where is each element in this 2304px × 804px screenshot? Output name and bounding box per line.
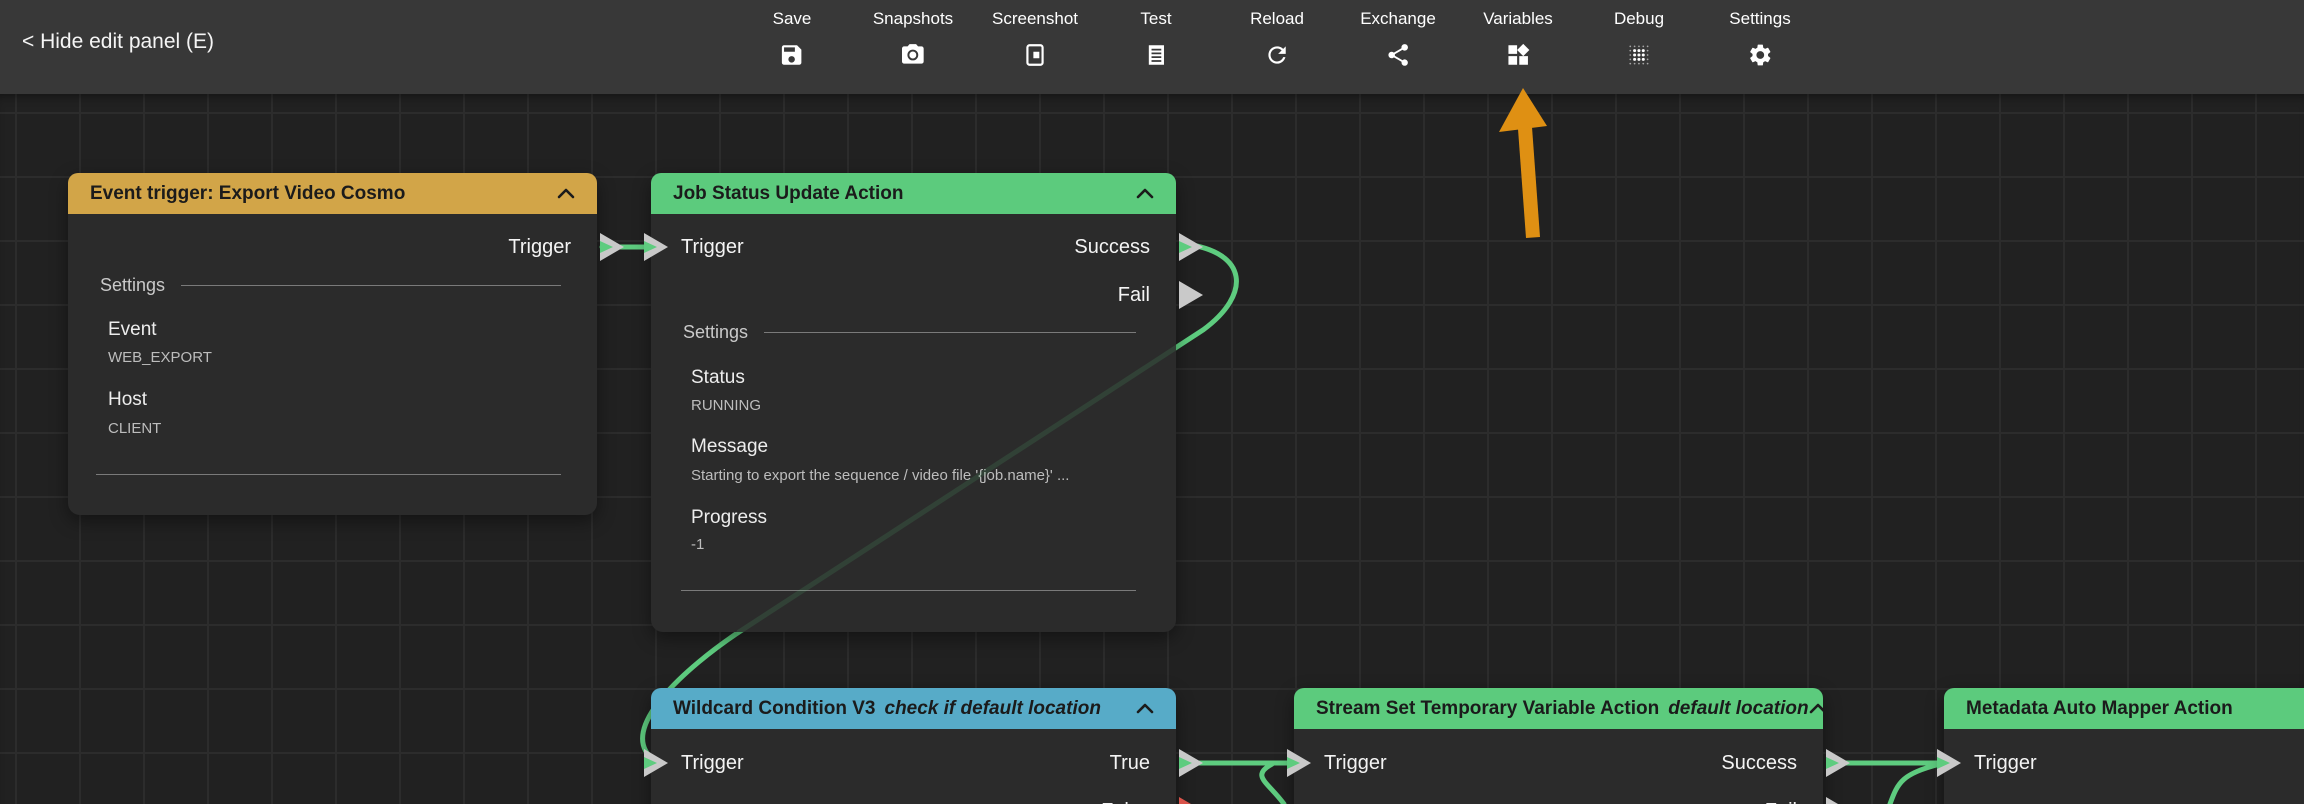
camera-icon [900, 42, 926, 68]
screenshot-icon [1022, 42, 1048, 68]
node-subtitle: default location [1668, 698, 1808, 720]
node-header[interactable]: Job Status Update Action [651, 173, 1176, 214]
toolbar-button-reload[interactable]: Reload [1250, 9, 1304, 68]
chevron-up-icon[interactable] [1136, 188, 1154, 199]
hide-edit-panel-button[interactable]: < Hide edit panel (E) [22, 30, 214, 54]
output-port-success[interactable] [1178, 232, 1204, 262]
widgets-icon [1505, 42, 1531, 68]
input-port-trigger[interactable] [643, 748, 669, 778]
node-metadata-auto-mapper: Metadata Auto Mapper Action Trigger [1944, 688, 2304, 804]
wire-metadata-trigger-branch-down [1890, 764, 1940, 804]
toolbar-button-screenshot[interactable]: Screenshot [992, 9, 1078, 68]
node-header[interactable]: Metadata Auto Mapper Action [1944, 688, 2304, 729]
output-port-label: Trigger [508, 232, 571, 262]
input-port-label: Trigger [681, 748, 744, 778]
input-port-label: Trigger [681, 232, 744, 262]
output-port-label: Success [1074, 232, 1150, 262]
field-value: CLIENT [108, 420, 161, 437]
output-port-success[interactable] [1825, 748, 1851, 778]
node-header[interactable]: Event trigger: Export Video Cosmo [68, 173, 597, 214]
field-value: -1 [691, 536, 704, 553]
node-title: Job Status Update Action [673, 183, 903, 205]
blur-dots-icon [1626, 42, 1652, 68]
node-title: Wildcard Condition V3 [673, 698, 876, 720]
input-port-label: Trigger [1324, 748, 1387, 778]
top-toolbar: < Hide edit panel (E) Save Snapshots Scr… [0, 0, 2304, 94]
node-job-status-update: Job Status Update Action Trigger Success… [651, 173, 1176, 632]
node-header[interactable]: Wildcard Condition V3 check if default l… [651, 688, 1176, 729]
toolbar-button-variables[interactable]: Variables [1483, 9, 1553, 68]
node-header[interactable]: Stream Set Temporary Variable Action def… [1294, 688, 1823, 729]
input-port-trigger[interactable] [643, 232, 669, 262]
save-icon [779, 42, 805, 68]
node-wildcard-condition: Wildcard Condition V3 check if default l… [651, 688, 1176, 804]
input-port-trigger[interactable] [1936, 748, 1962, 778]
node-title: Metadata Auto Mapper Action [1966, 698, 2233, 720]
gear-icon [1747, 42, 1773, 68]
output-port-trigger[interactable] [599, 232, 625, 262]
node-event-trigger: Event trigger: Export Video Cosmo Trigge… [68, 173, 597, 515]
node-subtitle: check if default location [885, 698, 1101, 720]
input-port-label: Trigger [1974, 748, 2037, 778]
output-port-label: True [1110, 748, 1150, 778]
settings-section-header: Settings [683, 322, 1136, 343]
chevron-up-icon[interactable] [557, 188, 575, 199]
field-value: WEB_EXPORT [108, 349, 212, 366]
toolbar-button-save[interactable]: Save [773, 9, 812, 68]
toolbar-button-snapshots[interactable]: Snapshots [873, 9, 953, 68]
output-port-label: Success [1721, 748, 1797, 778]
chevron-up-icon[interactable] [1809, 703, 1823, 714]
reload-icon [1264, 42, 1290, 68]
output-port-label: False [1101, 796, 1150, 804]
output-port-fail[interactable] [1178, 280, 1204, 310]
output-port-label: Fail [1118, 280, 1150, 310]
field-label: Progress [691, 507, 767, 529]
field-label: Event [108, 319, 157, 341]
toolbar-button-debug[interactable]: Debug [1614, 9, 1664, 68]
node-stream-set-temp-variable: Stream Set Temporary Variable Action def… [1294, 688, 1823, 804]
field-label: Host [108, 389, 147, 411]
node-canvas[interactable]: Event trigger: Export Video Cosmo Trigge… [0, 94, 2304, 804]
field-label: Message [691, 436, 768, 458]
field-value: RUNNING [691, 397, 761, 414]
test-icon [1143, 42, 1169, 68]
divider [96, 474, 561, 475]
output-port-false[interactable] [1178, 796, 1204, 804]
wire-streamset-trigger-branch-down [1262, 764, 1284, 804]
output-port-true[interactable] [1178, 748, 1204, 778]
field-value: Starting to export the sequence / video … [691, 467, 1069, 484]
settings-section-header: Settings [100, 275, 561, 296]
toolbar-button-test[interactable]: Test [1140, 9, 1171, 68]
node-title: Stream Set Temporary Variable Action [1316, 698, 1659, 720]
output-port-fail[interactable] [1825, 796, 1851, 804]
share-icon [1385, 42, 1411, 68]
toolbar-button-exchange[interactable]: Exchange [1360, 9, 1436, 68]
output-port-label: Fail [1765, 796, 1797, 804]
input-port-trigger[interactable] [1286, 748, 1312, 778]
field-label: Status [691, 367, 745, 389]
divider [681, 590, 1136, 591]
node-title: Event trigger: Export Video Cosmo [90, 183, 405, 205]
chevron-up-icon[interactable] [1136, 703, 1154, 714]
toolbar-button-settings[interactable]: Settings [1729, 9, 1790, 68]
